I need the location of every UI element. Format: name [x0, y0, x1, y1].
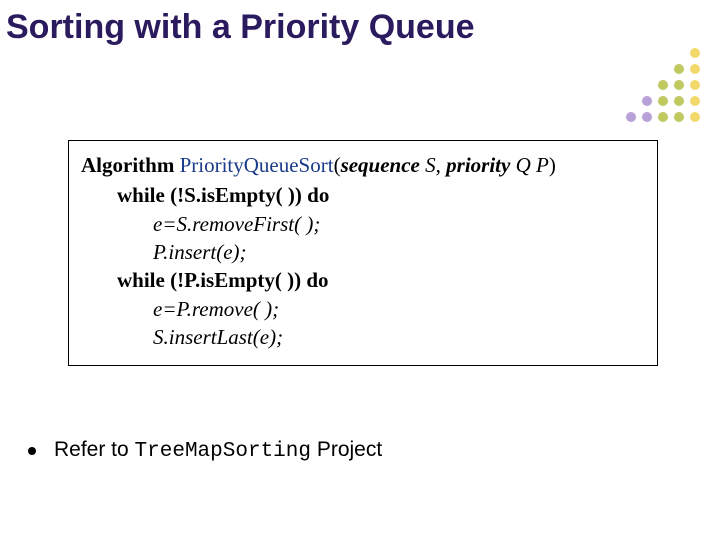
- bullet-item: Refer to TreeMapSorting Project: [28, 438, 382, 463]
- page-title: Sorting with a Priority Queue: [0, 0, 720, 47]
- algorithm-label: Algorithm: [81, 153, 174, 177]
- algorithm-heading: Algorithm PriorityQueueSort(sequence S, …: [81, 151, 645, 179]
- paren-open: (: [334, 153, 341, 177]
- paren-close: ): [549, 153, 556, 177]
- param-type-1: sequence: [341, 153, 420, 177]
- algo-line: P.insert(e);: [81, 238, 645, 266]
- decorative-dot-grid: [626, 48, 702, 124]
- param-type-2: priority: [446, 153, 510, 177]
- param-comma: ,: [436, 153, 447, 177]
- algo-line: while (!P.isEmpty( )) do: [81, 266, 645, 294]
- algo-line: e=S.removeFirst( );: [81, 210, 645, 238]
- algo-line: e=P.remove( );: [81, 295, 645, 323]
- param-arg-2: Q P: [510, 153, 549, 177]
- algo-line: S.insertLast(e);: [81, 323, 645, 351]
- algorithm-name: PriorityQueueSort: [180, 153, 334, 177]
- algorithm-box: Algorithm PriorityQueueSort(sequence S, …: [68, 140, 658, 366]
- bullet-suffix: Project: [311, 438, 382, 461]
- bullet-icon: [28, 447, 36, 455]
- algo-line: while (!S.isEmpty( )) do: [81, 181, 645, 209]
- param-arg-1: S: [420, 153, 436, 177]
- bullet-code: TreeMapSorting: [135, 440, 311, 463]
- bullet-prefix: Refer to: [54, 438, 135, 461]
- bullet-text: Refer to TreeMapSorting Project: [54, 438, 382, 463]
